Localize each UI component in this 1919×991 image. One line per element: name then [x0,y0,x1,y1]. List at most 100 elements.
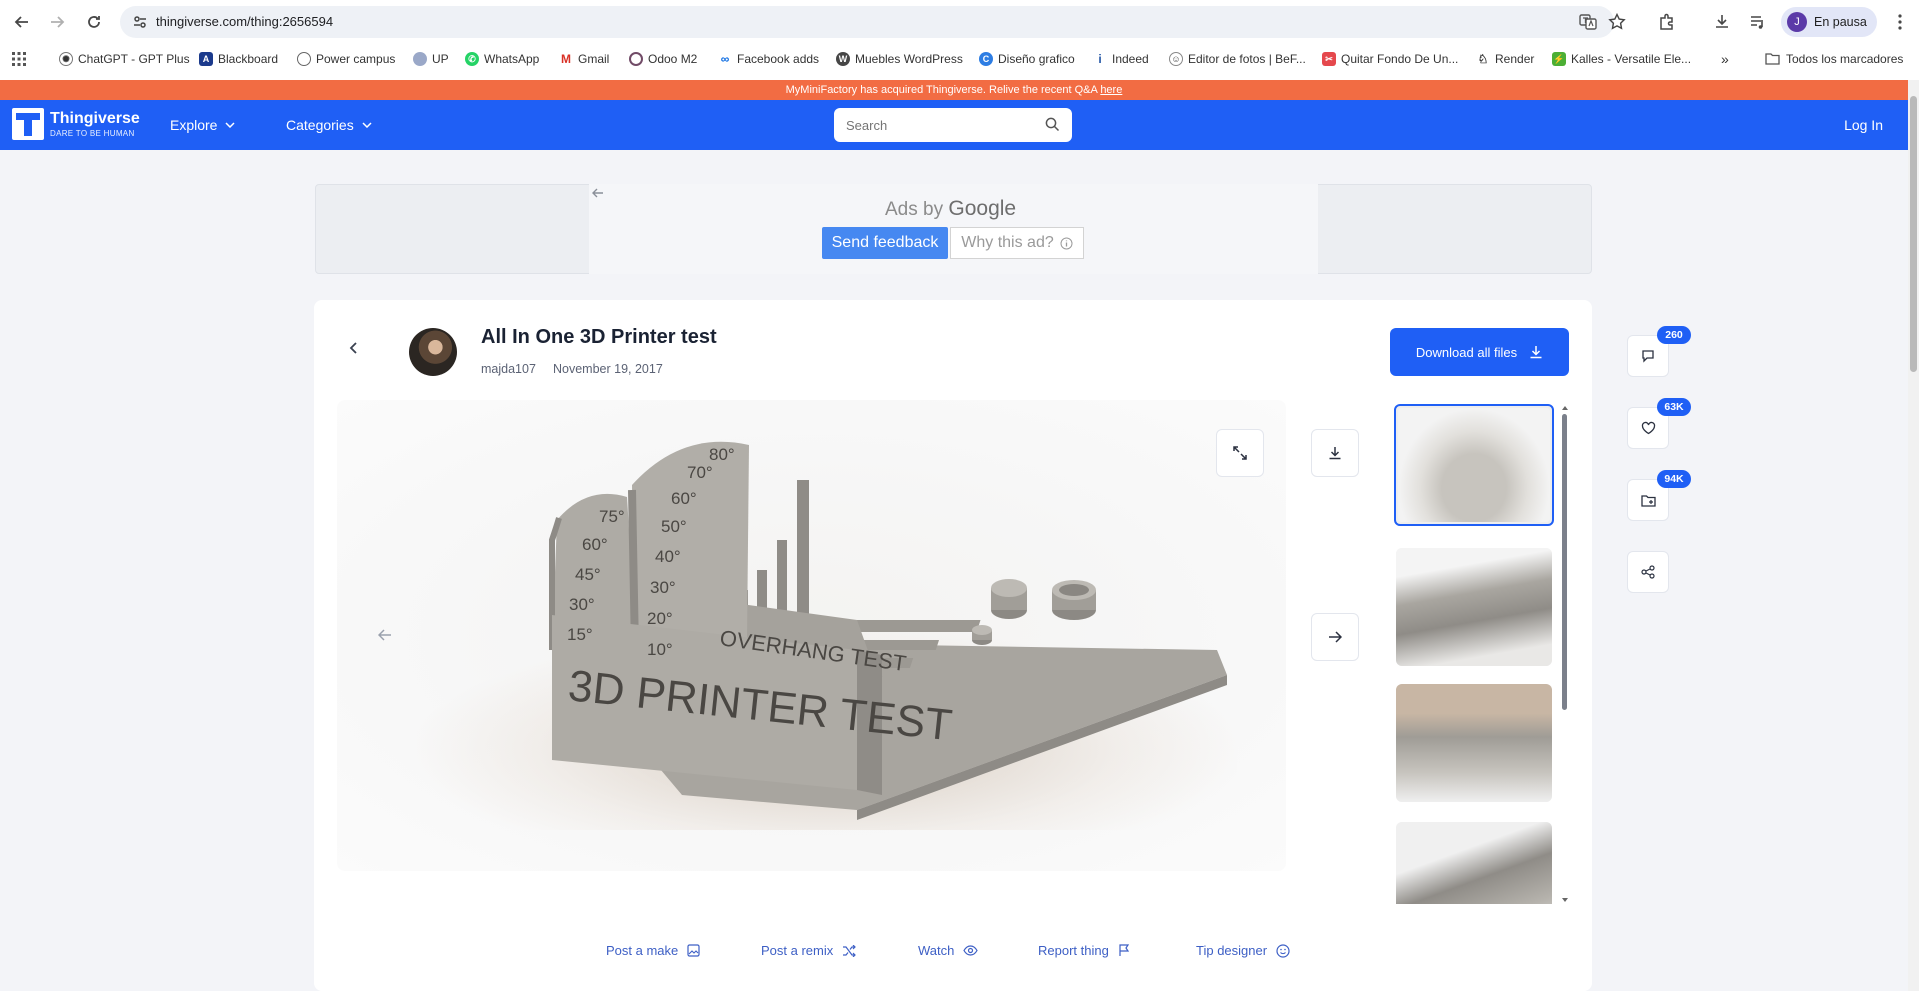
info-icon [1060,237,1073,250]
announcement-text: MyMiniFactory has acquired Thingiverse. … [785,84,1098,96]
arrow-right-icon [1328,631,1342,643]
apps-icon[interactable] [12,46,26,72]
next-image-button[interactable] [1311,613,1359,661]
site-search [834,108,1072,142]
main-image-viewer[interactable]: 3D PRINTER TEST OVERHANG TEST 15° 30° 45… [337,400,1286,871]
thing-title: All In One 3D Printer test [481,326,717,348]
send-feedback-button[interactable]: Send feedback [822,227,948,259]
up-icon [413,52,427,66]
logo-name[interactable]: Thingiverse [50,110,140,128]
search-input[interactable] [844,108,1044,142]
download-image-button[interactable] [1311,429,1359,477]
back-chevron-icon[interactable] [348,341,360,355]
logo-tagline: DARE TO BE HUMAN [50,129,135,138]
login-link[interactable]: Log In [1844,100,1883,150]
translate-icon[interactable] [1579,13,1597,31]
arc1-label: 45° [575,565,601,584]
page-scrollbar[interactable] [1908,80,1919,991]
chevron-down-icon [225,122,235,128]
report-thing-link[interactable]: Report thing [1038,943,1130,958]
folder-icon [1765,53,1780,65]
bookmark-facebook-adds[interactable]: ∞ Facebook adds [718,46,819,72]
gmail-icon: M [559,52,573,66]
bookmark-star-icon[interactable] [1608,13,1626,31]
download-all-files-button[interactable]: Download all files [1390,328,1569,376]
search-icon[interactable] [1045,117,1060,132]
address-bar[interactable]: thingiverse.com/thing:2656594 [120,6,1626,38]
bookmark-gmail[interactable]: M Gmail [559,46,609,72]
watch-link[interactable]: Watch [918,943,979,958]
post-a-make-link[interactable]: Post a make [606,943,700,958]
indeed-icon: i [1093,52,1107,66]
share-button[interactable] [1627,551,1669,593]
tip-designer-link[interactable]: Tip designer [1196,943,1290,958]
thumbnail[interactable] [1396,548,1552,666]
downloads-icon[interactable] [1710,10,1734,34]
chrome-menu-icon[interactable] [1888,10,1912,34]
prev-image-arrow-icon[interactable] [378,629,392,641]
bookmark-blackboard[interactable]: A Blackboard [199,46,278,72]
bookmarks-bar: ✺ ChatGPT - GPT Plus A Blackboard Power ca… [0,46,1919,72]
thumbnail-scroll-thumb[interactable] [1562,414,1567,710]
url-text: thingiverse.com/thing:2656594 [156,14,334,29]
bookmark-render[interactable]: ♘ Render [1476,46,1534,72]
arc2-label: 30° [650,578,676,597]
expand-icon [1232,445,1248,461]
thingiverse-logo-icon[interactable] [12,108,44,140]
why-this-ad-button[interactable]: Why this ad? [950,227,1084,259]
reload-icon[interactable] [82,10,106,34]
arc2-label: 50° [661,517,687,536]
page-scroll-thumb[interactable] [1910,96,1917,372]
extensions-icon[interactable] [1655,10,1679,34]
site-header: Thingiverse DARE TO BE HUMAN Explore Cat… [0,100,1908,150]
profile-status: En pausa [1814,15,1867,29]
globe-icon [297,52,311,66]
forward-icon[interactable] [45,10,69,34]
explore-menu[interactable]: Explore [170,100,235,150]
heart-icon [1641,421,1656,435]
media-control-icon[interactable] [1746,10,1770,34]
bookmark-diseno-grafico[interactable]: C Diseño grafico [979,46,1075,72]
ads-by-google: Ads by Google [885,197,1017,220]
bookmark-editor-de-fotos[interactable]: ☺ Editor de fotos | BeF... [1169,46,1306,72]
download-icon [1529,345,1543,359]
bookmark-up[interactable]: UP [413,46,449,72]
bookmark-odoo[interactable]: Odoo M2 [629,46,697,72]
bookmark-indeed[interactable]: i Indeed [1093,46,1149,72]
profile-avatar: J [1787,12,1807,32]
bookmark-chatgpt[interactable]: ✺ ChatGPT - GPT Plus [59,46,190,72]
post-a-remix-link[interactable]: Post a remix [761,943,857,958]
thumbnail[interactable] [1396,684,1552,802]
arc2-label: 40° [655,547,681,566]
site-info-icon[interactable] [132,14,148,30]
ad-back-icon[interactable] [592,188,604,198]
shuffle-icon [842,944,857,957]
author-avatar[interactable] [409,328,457,376]
smiley-icon [1276,943,1290,958]
eye-icon [963,945,979,956]
all-bookmarks-folder[interactable]: Todos los marcadores [1765,46,1903,72]
profile-button[interactable]: J En pausa [1781,7,1877,37]
wordpress-icon: W [836,52,850,66]
thumbnail[interactable] [1394,404,1554,526]
bookmark-whatsapp[interactable]: ✆ WhatsApp [465,46,539,72]
bookmark-muebles-wordpress[interactable]: W Muebles WordPress [836,46,963,72]
more-bookmarks-icon[interactable]: » [1721,46,1729,72]
thumbnail[interactable] [1396,822,1552,904]
arc1-label: 75° [599,507,625,526]
bookmark-kalles[interactable]: ⚡ Kalles - Versatile Ele... [1552,46,1691,72]
back-icon[interactable] [10,10,34,34]
odoo-icon [629,52,643,66]
folder-add-icon [1640,494,1656,507]
thumbnail-strip [1394,404,1569,904]
chatgpt-icon: ✺ [59,52,73,66]
fullscreen-button[interactable] [1216,429,1264,477]
bookmark-quitar-fondo[interactable]: ✂ Quitar Fondo De Un... [1322,46,1458,72]
author-link[interactable]: majda107 [481,362,536,376]
categories-menu[interactable]: Categories [286,100,372,150]
bookmark-power-campus[interactable]: Power campus [297,46,395,72]
announcement-link[interactable]: here [1100,84,1122,96]
remove-bg-icon: ✂ [1322,52,1336,66]
likes-count-badge: 63K [1657,398,1691,416]
printer-test-render: 3D PRINTER TEST OVERHANG TEST 15° 30° 45… [549,441,1227,820]
